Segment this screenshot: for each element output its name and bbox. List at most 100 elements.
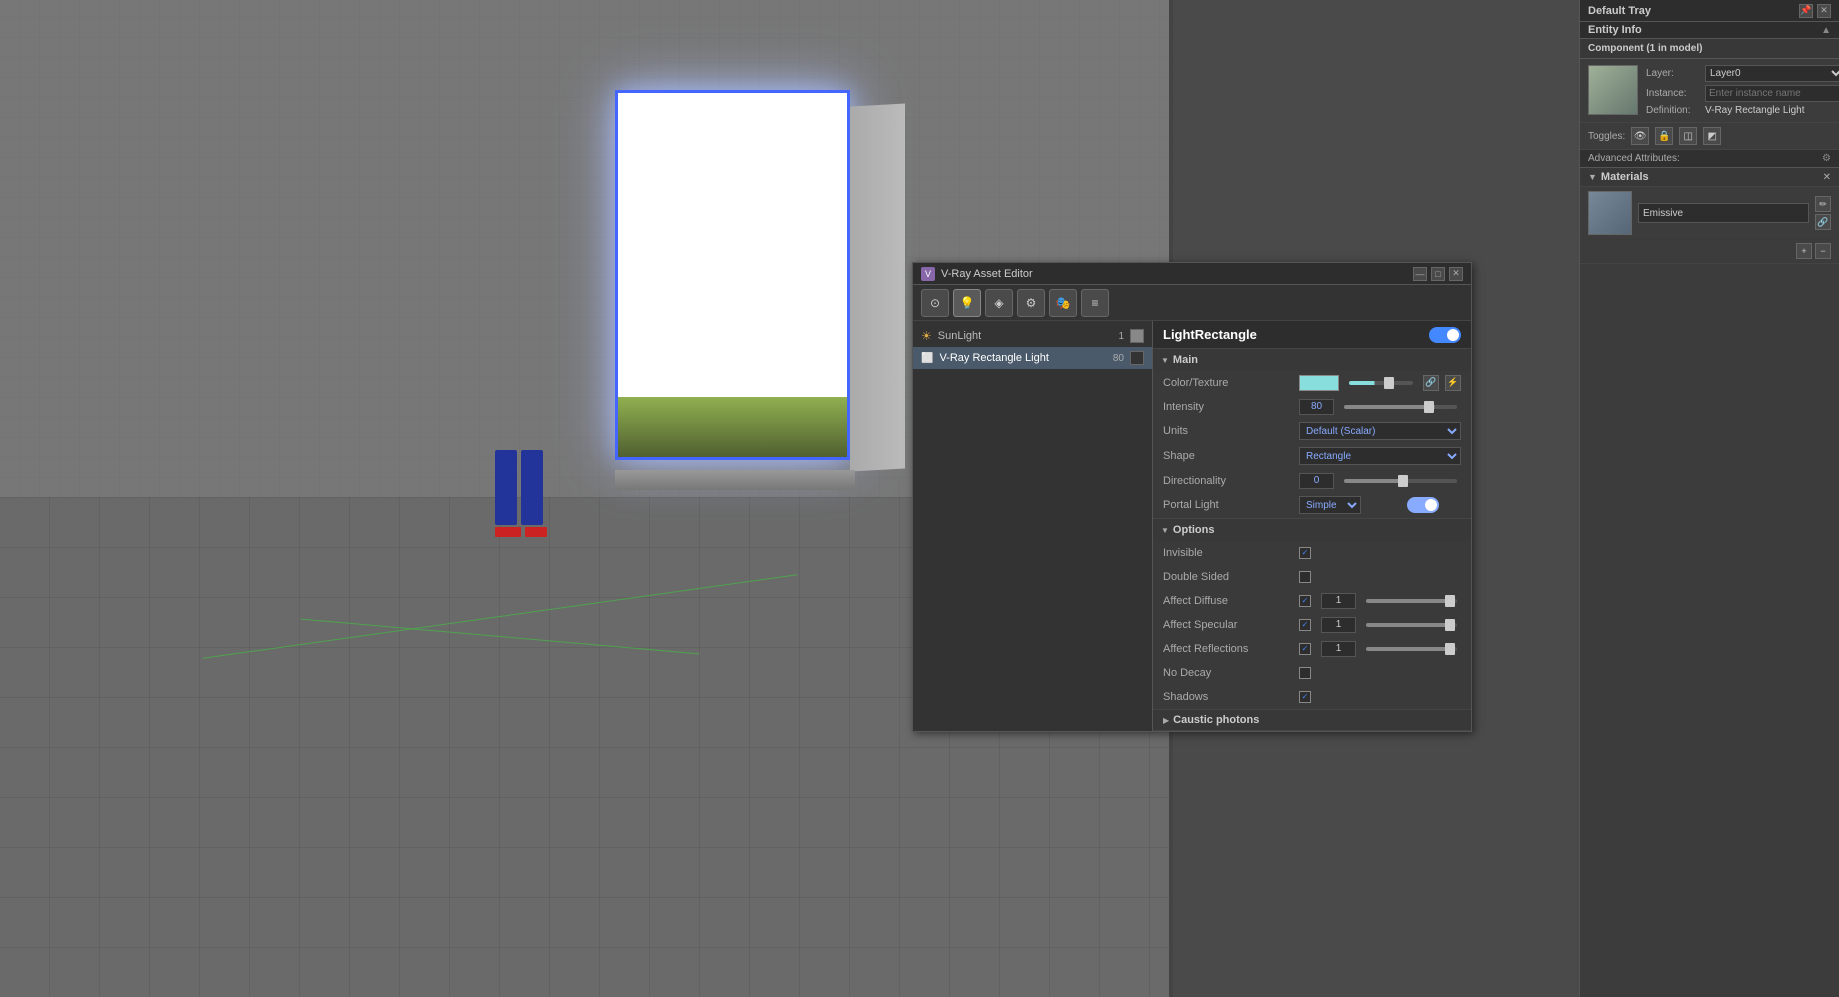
portal-light-toggle[interactable] xyxy=(1407,497,1439,513)
rect-light-side xyxy=(850,104,905,472)
double-sided-checkbox[interactable] xyxy=(1299,571,1311,583)
directionality-label: Directionality xyxy=(1163,475,1293,487)
caustic-label: Caustic photons xyxy=(1173,714,1259,726)
tray-pin-btn[interactable]: 📌 xyxy=(1799,4,1813,18)
ae-options-section-header[interactable]: ▼ Options xyxy=(1153,519,1471,541)
materials-close-btn[interactable]: ✕ xyxy=(1823,172,1831,183)
units-dropdown[interactable]: Default (Scalar) xyxy=(1299,422,1461,440)
intensity-slider-thumb xyxy=(1424,401,1434,413)
color-slider[interactable] xyxy=(1349,381,1413,385)
affect-diffuse-label: Affect Diffuse xyxy=(1163,595,1293,607)
definition-label: Definition: xyxy=(1646,105,1701,116)
ae-list-item-rect-light[interactable]: ⬜ V-Ray Rectangle Light 80 xyxy=(913,347,1152,369)
ae-intensity-row: Intensity xyxy=(1153,395,1471,419)
toggle-visible-btn[interactable]: 👁 xyxy=(1631,127,1649,145)
list-icon: ≡ xyxy=(1091,296,1098,310)
affect-reflections-slider[interactable] xyxy=(1366,647,1457,651)
material-link-btn[interactable]: 🔗 xyxy=(1815,214,1831,230)
portal-light-dropdown[interactable]: Simple xyxy=(1299,496,1361,514)
character-figure xyxy=(495,450,547,537)
ae-caustic-photons-section[interactable]: ▶ Caustic photons xyxy=(1153,710,1471,731)
sunlight-color-swatch xyxy=(1130,329,1144,343)
affect-specular-slider[interactable] xyxy=(1366,623,1457,627)
affect-diffuse-checkbox[interactable] xyxy=(1299,595,1311,607)
affect-reflections-input[interactable] xyxy=(1321,641,1356,657)
materials-title-group: ▼ Materials xyxy=(1588,171,1649,183)
color-slider-thumb xyxy=(1384,377,1394,389)
main-section-arrow: ▼ xyxy=(1161,356,1169,365)
left-leg xyxy=(495,450,517,525)
units-label: Units xyxy=(1163,425,1293,437)
component-details: Layer: Layer0 Instance: Definition: V-Ra… xyxy=(1646,65,1839,116)
material-edit-btn[interactable]: ✏ xyxy=(1815,196,1831,212)
ae-double-sided-row: Double Sided xyxy=(1153,565,1471,589)
ae-tab-list[interactable]: ≡ xyxy=(1081,289,1109,317)
ae-maximize-btn[interactable]: □ xyxy=(1431,267,1445,281)
layer-dropdown[interactable]: Layer0 xyxy=(1705,65,1839,82)
ae-title-left: V V-Ray Asset Editor xyxy=(921,267,1033,281)
advanced-attrs-label: Advanced Attributes: xyxy=(1588,153,1680,164)
intensity-slider[interactable] xyxy=(1344,405,1457,409)
rect-light-color-swatch xyxy=(1130,351,1144,365)
advanced-attrs-header: Advanced Attributes: ⚙ xyxy=(1588,153,1831,164)
double-sided-label: Double Sided xyxy=(1163,571,1293,583)
invisible-checkbox[interactable] xyxy=(1299,547,1311,559)
entity-info-collapse-btn[interactable]: ▲ xyxy=(1821,25,1831,36)
no-decay-checkbox[interactable] xyxy=(1299,667,1311,679)
material-remove-btn[interactable]: − xyxy=(1815,243,1831,259)
options-section-label: Options xyxy=(1173,524,1215,536)
rect-light-3d-object xyxy=(615,90,905,490)
ae-tab-render-elements[interactable]: 🎭 xyxy=(1049,289,1077,317)
toggle-lock-btn[interactable]: 🔒 xyxy=(1655,127,1673,145)
ae-affect-reflections-row: Affect Reflections xyxy=(1153,637,1471,661)
ae-invisible-row: Invisible xyxy=(1153,541,1471,565)
directionality-input[interactable] xyxy=(1299,473,1334,489)
affect-reflections-slider-thumb xyxy=(1445,643,1455,655)
ae-window-controls: — □ ✕ xyxy=(1413,267,1463,281)
ae-enabled-toggle[interactable] xyxy=(1429,327,1461,343)
material-action-btns: ✏ 🔗 xyxy=(1815,196,1831,230)
ae-main-section-header[interactable]: ▼ Main xyxy=(1153,349,1471,371)
color-texture-label: Color/Texture xyxy=(1163,377,1293,389)
affect-diffuse-input[interactable] xyxy=(1321,593,1356,609)
tray-close-btn[interactable]: ✕ xyxy=(1817,4,1831,18)
layer-label: Layer: xyxy=(1646,68,1701,79)
intensity-input[interactable] xyxy=(1299,399,1334,415)
affect-reflections-checkbox[interactable] xyxy=(1299,643,1311,655)
shape-label: Shape xyxy=(1163,450,1293,462)
ae-minimize-btn[interactable]: — xyxy=(1413,267,1427,281)
ae-tab-geometry[interactable]: ⊙ xyxy=(921,289,949,317)
ae-main-section: ▼ Main Color/Texture 🔗 ⚡ Intensity xyxy=(1153,349,1471,519)
ae-tab-settings[interactable]: ⚙ xyxy=(1017,289,1045,317)
materials-section-arrow: ▼ xyxy=(1588,172,1597,182)
toggle-receive-shadow-btn[interactable]: ◫ xyxy=(1679,127,1697,145)
ae-tab-materials[interactable]: ◈ xyxy=(985,289,1013,317)
advanced-attrs-icon[interactable]: ⚙ xyxy=(1822,153,1831,164)
rect-light-face xyxy=(615,90,850,460)
color-texture-link-btn[interactable]: 🔗 xyxy=(1423,375,1439,391)
default-tray-title: Default Tray xyxy=(1588,5,1651,17)
material-add-btn[interactable]: + xyxy=(1796,243,1812,259)
ae-close-btn[interactable]: ✕ xyxy=(1449,267,1463,281)
gear-icon: ⚙ xyxy=(1026,296,1037,310)
shadows-checkbox[interactable] xyxy=(1299,691,1311,703)
color-texture-reset-btn[interactable]: ⚡ xyxy=(1445,375,1461,391)
materials-header: ▼ Materials ✕ xyxy=(1580,168,1839,187)
ae-tab-lights[interactable]: 💡 xyxy=(953,289,981,317)
shape-dropdown[interactable]: Rectangle xyxy=(1299,447,1461,465)
affect-specular-slider-thumb xyxy=(1445,619,1455,631)
instance-input[interactable] xyxy=(1705,85,1839,102)
rect-light-icon: ⬜ xyxy=(921,353,933,364)
material-name-input[interactable] xyxy=(1638,203,1809,223)
color-texture-swatch[interactable] xyxy=(1299,375,1339,391)
affect-diffuse-slider[interactable] xyxy=(1366,599,1457,603)
ae-list-item-sunlight[interactable]: ☀ SunLight 1 xyxy=(913,325,1152,347)
affect-specular-checkbox[interactable] xyxy=(1299,619,1311,631)
ae-logo-icon: V xyxy=(921,267,935,281)
directionality-slider[interactable] xyxy=(1344,479,1457,483)
options-section-arrow: ▼ xyxy=(1161,526,1169,535)
affect-specular-label: Affect Specular xyxy=(1163,619,1293,631)
affect-specular-input[interactable] xyxy=(1321,617,1356,633)
entity-info-title: Entity Info xyxy=(1588,24,1642,36)
toggle-cast-shadow-btn[interactable]: ◩ xyxy=(1703,127,1721,145)
